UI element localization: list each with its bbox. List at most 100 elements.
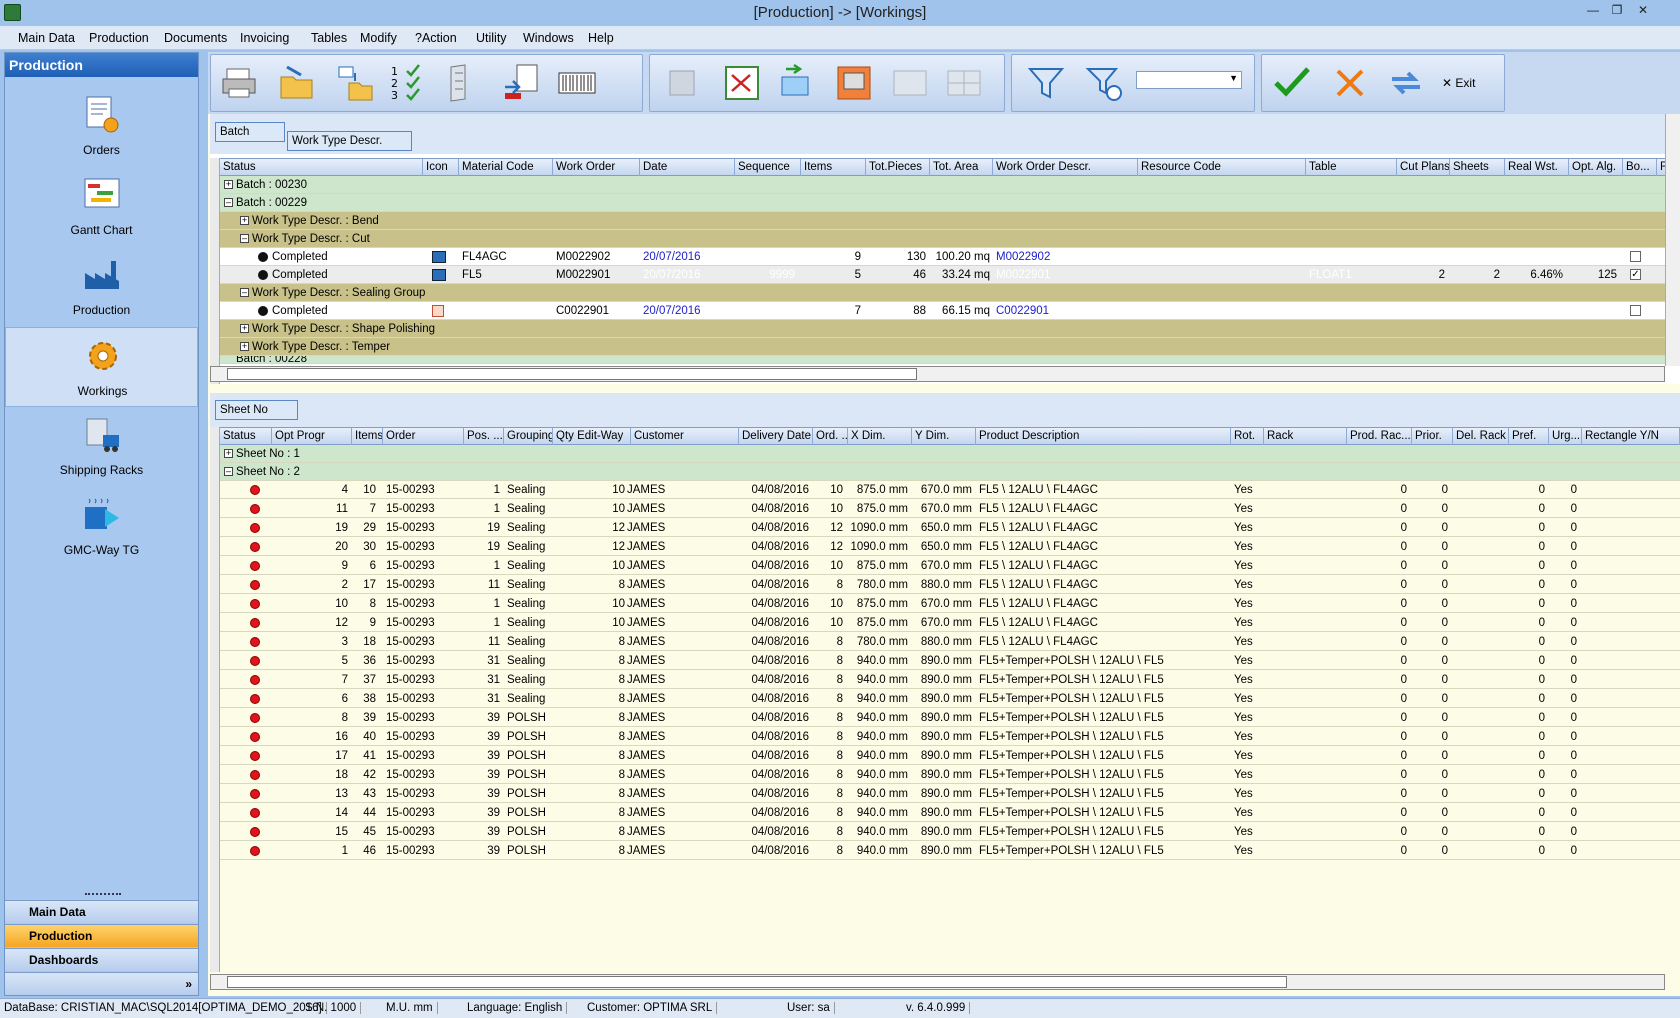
col-work-order-descr[interactable]: Work Order Descr. xyxy=(993,159,1138,176)
sidebar-item-workings[interactable]: Workings xyxy=(5,327,198,407)
col-order[interactable]: Order xyxy=(383,428,464,445)
group-row-work-type[interactable]: + Work Type Descr. : Temper xyxy=(220,338,1675,356)
col-cut-plans[interactable]: Cut Plans xyxy=(1397,159,1450,176)
col-tot-pieces[interactable]: Tot.Pieces xyxy=(866,159,930,176)
group-row-sheet[interactable]: + Sheet No : 1 xyxy=(220,445,1680,463)
cancel-x-icon[interactable] xyxy=(1330,63,1370,103)
group-row-work-type[interactable]: – Work Type Descr. : Cut xyxy=(220,230,1675,248)
table-row[interactable]: 15 45 15-00293 39 POLSH 8 JAMES 04/08/2016 8 940.… xyxy=(220,823,1680,841)
table-row[interactable]: 2 17 15-00293 11 Sealing 8 JAMES 04/08/2016 8 780… xyxy=(220,576,1680,594)
table-row[interactable]: Completed FL5 M0022901 20/07/2016 9999 5… xyxy=(220,266,1675,284)
scrollbar-thumb[interactable] xyxy=(227,368,917,380)
col-date[interactable]: Date xyxy=(640,159,735,176)
table-row[interactable]: 11 7 15-00293 1 Sealing 10 JAMES 04/08/2016 10 87… xyxy=(220,500,1680,518)
menu-tables[interactable]: Tables xyxy=(311,31,347,45)
refresh-arrows-icon[interactable] xyxy=(1386,63,1426,103)
col-ord[interactable]: Ord. ... xyxy=(813,428,848,445)
col-status[interactable]: Status xyxy=(220,159,423,176)
col-table[interactable]: Table xyxy=(1306,159,1397,176)
group-row-work-type[interactable]: + Work Type Descr. : Bend xyxy=(220,212,1675,230)
collapse-icon[interactable]: – xyxy=(224,198,233,207)
move-folder-icon[interactable] xyxy=(335,63,375,103)
nav-production[interactable]: Production xyxy=(5,924,198,947)
col-qty-edit-way[interactable]: Qty Edit-Way xyxy=(553,428,631,445)
sidebar-item-production[interactable]: Production xyxy=(5,247,198,327)
menu-windows[interactable]: Windows xyxy=(523,31,574,45)
expand-icon[interactable]: + xyxy=(240,216,249,225)
nav-dashboards[interactable]: Dashboards xyxy=(5,948,198,971)
sidebar-item-gantt-chart[interactable]: Gantt Chart xyxy=(5,167,198,247)
table-row[interactable]: 20 30 15-00293 19 Sealing 12 JAMES 04/08/2016 12… xyxy=(220,538,1680,556)
col-bo[interactable]: Bo... xyxy=(1623,159,1657,176)
table-row[interactable]: 10 8 15-00293 1 Sealing 10 JAMES 04/08/2016 10 87… xyxy=(220,595,1680,613)
menu-invoicing[interactable]: Invoicing xyxy=(240,31,289,45)
col-items[interactable]: Items xyxy=(801,159,866,176)
menu-modify[interactable]: Modify xyxy=(360,31,397,45)
table-row[interactable]: 18 42 15-00293 39 POLSH 8 JAMES 04/08/2016 8 940.… xyxy=(220,766,1680,784)
table-row[interactable]: 6 38 15-00293 31 Sealing 8 JAMES 04/08/2016 8 940… xyxy=(220,690,1680,708)
col-prior[interactable]: Prior. xyxy=(1412,428,1453,445)
col-material-code[interactable]: Material Code xyxy=(459,159,553,176)
menu-help[interactable]: Help xyxy=(588,31,614,45)
col-real-wst[interactable]: Real Wst. xyxy=(1505,159,1569,176)
expand-icon[interactable]: + xyxy=(240,324,249,333)
app-icon[interactable] xyxy=(4,4,21,21)
col-pref[interactable]: Pref. xyxy=(1509,428,1549,445)
groupby-batch[interactable]: Batch xyxy=(215,122,285,142)
numbered-checklist-icon[interactable]: 123 xyxy=(389,63,429,103)
bo-checkbox-checked[interactable]: ✓ xyxy=(1630,269,1641,280)
confirm-check-icon[interactable] xyxy=(1272,63,1312,103)
grid2-horizontal-scrollbar[interactable] xyxy=(210,974,1665,990)
minimize-icon[interactable]: — xyxy=(1580,3,1606,19)
collapse-icon[interactable]: – xyxy=(240,288,249,297)
table-row[interactable]: 7 37 15-00293 31 Sealing 8 JAMES 04/08/2016 8 940… xyxy=(220,671,1680,689)
export-document-icon[interactable] xyxy=(501,63,541,103)
table-row[interactable]: 14 44 15-00293 39 POLSH 8 JAMES 04/08/2016 8 940.… xyxy=(220,804,1680,822)
menu-production[interactable]: Production xyxy=(89,31,149,45)
filter-combo[interactable]: ▼ xyxy=(1136,71,1242,89)
table-row[interactable]: 13 43 15-00293 39 POLSH 8 JAMES 04/08/2016 8 940.… xyxy=(220,785,1680,803)
col-y-dim[interactable]: Y Dim. xyxy=(912,428,976,445)
col-customer[interactable]: Customer xyxy=(631,428,739,445)
nav-main-data[interactable]: Main Data xyxy=(5,900,198,923)
group-row-batch[interactable]: Batch : 00228 xyxy=(220,356,1675,364)
rack-layout-disabled-icon[interactable] xyxy=(944,63,984,103)
close-icon[interactable]: ✕ xyxy=(1630,3,1656,19)
print-labels-icon[interactable] xyxy=(834,63,874,103)
table-row[interactable]: 16 40 15-00293 39 POLSH 8 JAMES 04/08/2016 8 940.… xyxy=(220,728,1680,746)
table-row[interactable]: 17 41 15-00293 39 POLSH 8 JAMES 04/08/2016 8 940.… xyxy=(220,747,1680,765)
expand-icon[interactable]: + xyxy=(224,180,233,189)
col-work-order[interactable]: Work Order xyxy=(553,159,640,176)
group-row-batch[interactable]: + Batch : 00230 xyxy=(220,176,1675,194)
col-tot-area[interactable]: Tot. Area xyxy=(930,159,993,176)
sidebar-item-shipping-racks[interactable]: Shipping Racks xyxy=(5,407,198,487)
cut-optimizer-icon[interactable] xyxy=(722,63,762,103)
bo-checkbox[interactable] xyxy=(1630,305,1641,316)
grid1-vertical-scrollbar[interactable] xyxy=(1665,114,1680,366)
col-opt-alg[interactable]: Opt. Alg. xyxy=(1569,159,1623,176)
table-row[interactable]: 9 6 15-00293 1 Sealing 10 JAMES 04/08/2016 10 875… xyxy=(220,557,1680,575)
filter-clock-icon[interactable] xyxy=(1084,63,1124,103)
group-row-batch[interactable]: – Batch : 00229 xyxy=(220,194,1675,212)
group-row-work-type[interactable]: – Work Type Descr. : Sealing Group xyxy=(220,284,1675,302)
filter-icon[interactable] xyxy=(1026,63,1066,103)
col-urg[interactable]: Urg... xyxy=(1549,428,1582,445)
exit-button[interactable]: ✕ Exit xyxy=(1442,71,1496,95)
col-grouping[interactable]: Grouping xyxy=(504,428,553,445)
col-status[interactable]: Status xyxy=(220,428,272,445)
barcode-icon[interactable] xyxy=(557,63,597,103)
open-folders-icon[interactable] xyxy=(277,63,317,103)
col-rectangle-yn[interactable]: Rectangle Y/N xyxy=(1582,428,1680,445)
rack-icon[interactable] xyxy=(443,63,483,103)
col-icon[interactable]: Icon xyxy=(423,159,459,176)
col-sequence[interactable]: Sequence xyxy=(735,159,801,176)
group-row-work-type[interactable]: + Work Type Descr. : Shape Polishing xyxy=(220,320,1675,338)
sidebar-item-gmc-way-tg[interactable]: GMC-Way TG xyxy=(5,487,198,567)
computer-transfer-icon[interactable] xyxy=(778,63,818,103)
col-prod-rack[interactable]: Prod. Rac... xyxy=(1347,428,1412,445)
expand-icon[interactable]: + xyxy=(224,449,233,458)
table-row[interactable]: 5 36 15-00293 31 Sealing 8 JAMES 04/08/2016 8 940… xyxy=(220,652,1680,670)
collapse-icon[interactable]: – xyxy=(240,234,249,243)
sidebar-splitter[interactable] xyxy=(85,893,121,896)
puzzle-icon[interactable] xyxy=(664,63,704,103)
